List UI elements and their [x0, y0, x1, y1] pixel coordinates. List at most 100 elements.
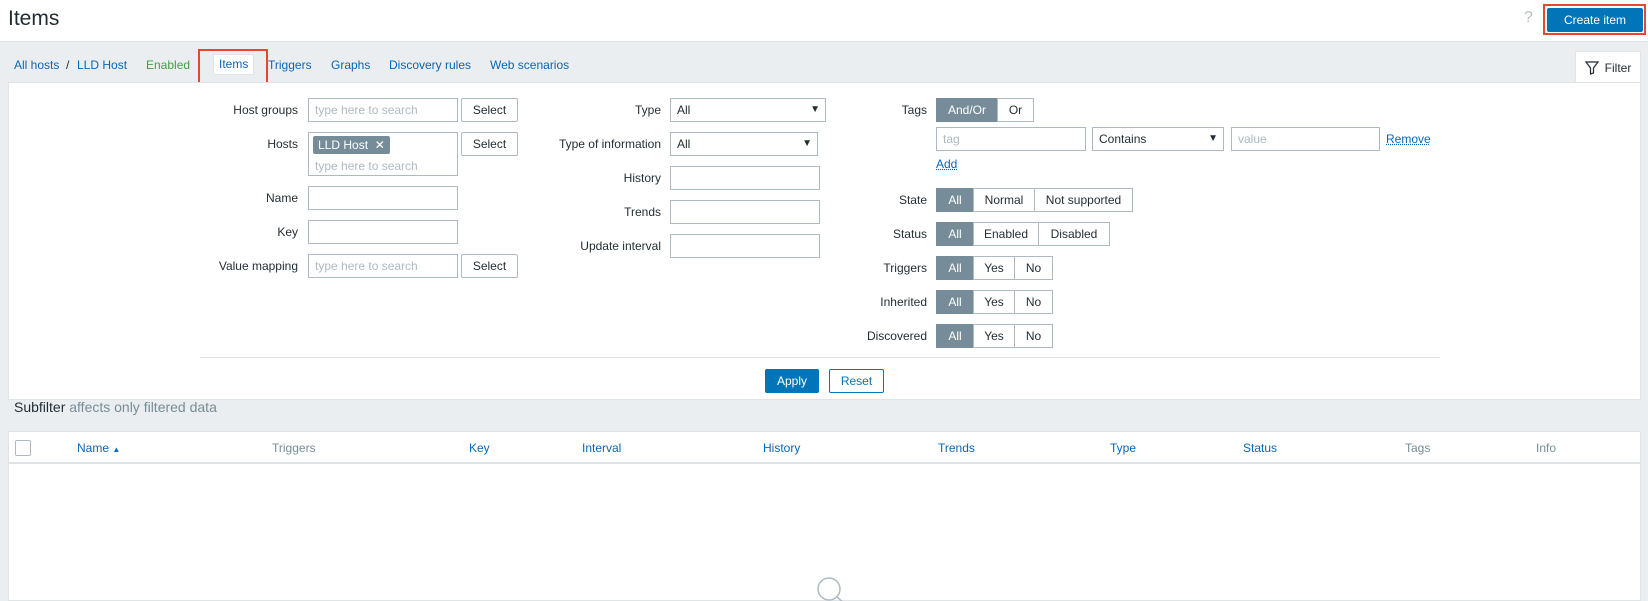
history-input[interactable] [670, 166, 820, 190]
type-select[interactable]: All ▼ [670, 98, 826, 122]
status-toggle[interactable]: All Enabled Disabled [936, 222, 1110, 246]
reset-button[interactable]: Reset [829, 369, 884, 393]
state-all-option[interactable]: All [936, 188, 974, 212]
tab-triggers[interactable]: Triggers [268, 56, 312, 74]
discovered-label: Discovered [866, 329, 927, 343]
breadcrumb-all-hosts[interactable]: All hosts [14, 56, 59, 74]
state-normal-option[interactable]: Normal [973, 188, 1035, 212]
items-table: Name ▲ Triggers Key Interval History Tre… [8, 431, 1641, 601]
column-header-info: Info [1536, 441, 1557, 455]
type-select-value: All [677, 103, 691, 117]
host-groups-select-button[interactable]: Select [461, 98, 518, 122]
inherited-no-option[interactable]: No [1014, 290, 1053, 314]
key-label: Key [277, 225, 298, 239]
hosts-multiselect[interactable]: LLD Host ✕ type here to search [308, 132, 458, 176]
key-input[interactable] [308, 220, 458, 244]
value-mapping-select-button[interactable]: Select [461, 254, 518, 278]
tag-name-input[interactable]: tag [936, 127, 1086, 151]
triggers-no-option[interactable]: No [1014, 256, 1053, 280]
column-header-tags: Tags [1405, 441, 1431, 455]
tags-mode-toggle[interactable]: And/Or Or [936, 98, 1034, 122]
column-header-type[interactable]: Type [1110, 441, 1136, 455]
discovered-all-option[interactable]: All [936, 324, 974, 348]
filter-divider [200, 357, 1440, 358]
status-enabled-option[interactable]: Enabled [973, 222, 1039, 246]
trends-input[interactable] [670, 200, 820, 224]
hosts-input[interactable]: type here to search [315, 155, 418, 175]
triggers-yes-option[interactable]: Yes [973, 256, 1015, 280]
chevron-down-icon: ▼ [802, 138, 812, 149]
filter-panel [8, 82, 1641, 400]
tag-operator-select[interactable]: Contains ▼ [1092, 127, 1224, 151]
column-header-key[interactable]: Key [469, 441, 490, 455]
inherited-toggle[interactable]: All Yes No [936, 290, 1053, 314]
hosts-label: Hosts [267, 137, 298, 151]
host-groups-label: Host groups [233, 103, 298, 117]
help-icon[interactable]: ? [1524, 9, 1533, 27]
name-label: Name [265, 191, 298, 205]
tag-operator-value: Contains [1099, 132, 1147, 146]
column-header-status[interactable]: Status [1243, 441, 1277, 455]
host-groups-input[interactable]: type here to search [308, 98, 458, 122]
discovered-no-option[interactable]: No [1014, 324, 1053, 348]
triggers-label: Triggers [883, 261, 927, 275]
state-label: State [898, 193, 927, 207]
inherited-all-option[interactable]: All [936, 290, 974, 314]
chevron-down-icon: ▼ [1208, 133, 1218, 144]
chip-remove-icon[interactable]: ✕ [371, 138, 385, 152]
status-all-option[interactable]: All [936, 222, 974, 246]
filter-tab-label: Filter [1604, 60, 1632, 75]
update-interval-input[interactable] [670, 234, 820, 258]
hosts-select-button[interactable]: Select [461, 132, 518, 156]
tab-discovery-rules[interactable]: Discovery rules [389, 56, 471, 74]
discovered-yes-option[interactable]: Yes [973, 324, 1015, 348]
column-header-name-label: Name [77, 441, 110, 455]
tags-label: Tags [901, 103, 927, 117]
state-toggle[interactable]: All Normal Not supported [936, 188, 1133, 212]
table-header: Name ▲ Triggers Key Interval History Tre… [9, 432, 1640, 464]
type-info-select[interactable]: All ▼ [670, 132, 818, 156]
select-all-checkbox[interactable] [15, 440, 31, 456]
host-chip-label: LLD Host [318, 138, 369, 152]
tags-or-option[interactable]: Or [997, 98, 1034, 122]
type-info-select-value: All [677, 137, 691, 151]
state-not-supported-option[interactable]: Not supported [1034, 188, 1133, 212]
filter-icon [1584, 60, 1599, 75]
value-mapping-input[interactable]: type here to search [308, 254, 458, 278]
tab-web-scenarios[interactable]: Web scenarios [490, 56, 569, 74]
tab-graphs[interactable]: Graphs [331, 56, 370, 74]
tag-value-input[interactable]: value [1231, 127, 1380, 151]
status-label: Status [892, 227, 927, 241]
column-header-name[interactable]: Name ▲ [77, 441, 120, 455]
trends-label: Trends [624, 205, 661, 219]
host-chip[interactable]: LLD Host ✕ [313, 136, 390, 154]
subfilter-note: affects only filtered data [69, 399, 217, 415]
status-disabled-option[interactable]: Disabled [1038, 222, 1110, 246]
tags-andor-option[interactable]: And/Or [936, 98, 998, 122]
highlight-box-items [198, 49, 268, 84]
update-interval-label: Update interval [580, 239, 661, 253]
highlight-box-create [1543, 4, 1646, 35]
subfilter-heading: Subfilter affects only filtered data [14, 399, 217, 415]
chevron-down-icon: ▼ [810, 104, 820, 115]
breadcrumb-separator: / [66, 58, 70, 72]
page-title: Items [8, 7, 60, 30]
apply-button[interactable]: Apply [765, 369, 819, 393]
inherited-yes-option[interactable]: Yes [973, 290, 1015, 314]
discovered-toggle[interactable]: All Yes No [936, 324, 1053, 348]
type-info-label: Type of information [558, 137, 661, 151]
triggers-all-option[interactable]: All [936, 256, 974, 280]
tag-add-link[interactable]: Add [936, 157, 957, 171]
column-header-history[interactable]: History [763, 441, 800, 455]
name-input[interactable] [308, 186, 458, 210]
inherited-label: Inherited [880, 295, 927, 309]
tag-remove-link[interactable]: Remove [1386, 132, 1431, 146]
filter-tab[interactable]: Filter [1575, 51, 1641, 83]
triggers-toggle[interactable]: All Yes No [936, 256, 1053, 280]
subfilter-title: Subfilter [14, 399, 66, 415]
no-data-search-icon [817, 577, 843, 601]
column-header-trends[interactable]: Trends [938, 441, 975, 455]
host-status-enabled[interactable]: Enabled [146, 56, 190, 74]
column-header-interval[interactable]: Interval [582, 441, 621, 455]
breadcrumb-host[interactable]: LLD Host [77, 56, 127, 74]
